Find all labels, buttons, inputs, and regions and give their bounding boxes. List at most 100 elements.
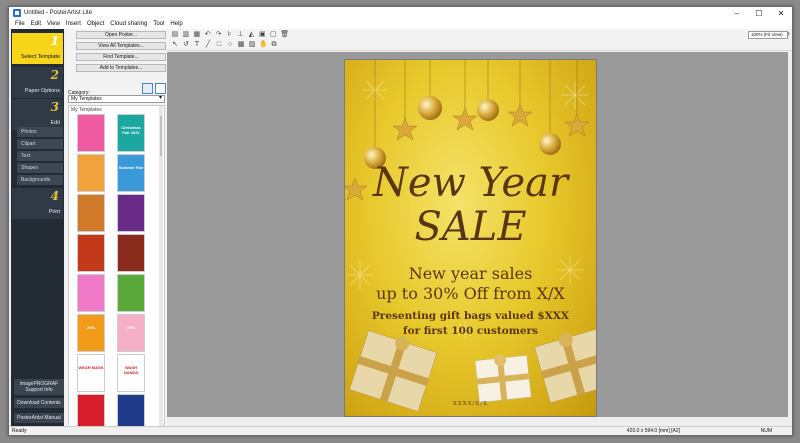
step-label: Edit (50, 120, 60, 126)
template-thumbnail[interactable] (117, 194, 145, 232)
category-select[interactable]: My Templates (68, 95, 165, 103)
editing-canvas[interactable]: New Year SALE New year sales up to 30% O… (167, 52, 792, 423)
close-button[interactable]: ✕ (770, 7, 792, 19)
new-icon[interactable]: ▤ (171, 31, 179, 39)
template-thumbnail[interactable]: WASH HANDS (117, 354, 145, 392)
select-pointer-icon[interactable]: ↖ (171, 41, 179, 49)
manual-button[interactable]: PosterArtist Manual (14, 413, 64, 423)
support-info-button[interactable]: imagePROGRAF Support Info (14, 379, 64, 395)
undo-icon[interactable]: ↶ (204, 31, 212, 39)
template-thumbnail-label: WEAR MASK (78, 365, 104, 370)
template-thumbnail[interactable]: Summer Fair (117, 154, 145, 192)
template-thumbnail[interactable] (117, 274, 145, 312)
save-icon[interactable]: ▦ (193, 31, 201, 39)
step-print[interactable]: 4 Print (12, 188, 63, 219)
paper-size-readout: 420.0 x 594.0 [mm] [A2] (626, 428, 680, 434)
download-contents-button[interactable]: Download Contents (14, 398, 64, 408)
redo-icon[interactable]: ↷ (215, 31, 223, 39)
poster-body-line1[interactable]: New year sales (345, 264, 596, 283)
menu-bar: File Edit View Insert Object Cloud shari… (9, 19, 792, 29)
step-number: 1 (50, 34, 59, 48)
template-thumbnail[interactable] (77, 114, 105, 152)
bring-front-icon[interactable]: ▣ (258, 31, 266, 39)
line-tool-icon[interactable]: ╱ (204, 41, 212, 49)
template-list-scrollbar[interactable] (159, 106, 163, 426)
flip-icon[interactable]: ◭ (247, 31, 255, 39)
template-thumbnail[interactable]: 20% (77, 314, 105, 352)
template-list-header: My Templates (71, 107, 102, 113)
poster-footer-date[interactable]: XXXX/X/X (345, 401, 596, 407)
template-thumbnail-label: Summer Fair (118, 165, 144, 170)
status-bar: Ready 420.0 x 594.0 [mm] [A2] NUM (9, 426, 792, 435)
step-label: Print (48, 209, 60, 215)
canvas-vertical-scrollbar[interactable] (788, 52, 792, 423)
minimize-button[interactable]: – (726, 7, 748, 19)
menu-help[interactable]: Help (167, 21, 185, 27)
edit-item-backgrounds[interactable]: Backgrounds (17, 175, 63, 185)
edit-item-text[interactable]: Text (17, 151, 63, 161)
text-tool-icon[interactable]: T (193, 41, 201, 49)
menu-view[interactable]: View (44, 21, 63, 27)
app-icon (13, 9, 21, 17)
menu-tool[interactable]: Tool (150, 21, 167, 27)
rotate-icon[interactable]: ↺ (182, 41, 190, 49)
step-paper-options[interactable]: 2 Paper Options (12, 67, 63, 98)
grid-view-icon[interactable] (155, 83, 166, 94)
gift-boxes (349, 329, 596, 413)
menu-edit[interactable]: Edit (28, 21, 44, 27)
template-thumbnail[interactable]: 15% (117, 314, 145, 352)
edit-item-shapes[interactable]: Shapes (17, 163, 63, 173)
menu-cloud-sharing[interactable]: Cloud sharing (107, 21, 150, 27)
step-number: 3 (50, 100, 59, 114)
hand-tool-icon[interactable]: ✋ (259, 41, 268, 49)
poster-headline-line1[interactable]: New Year (345, 160, 596, 206)
image-tool-icon[interactable]: ▨ (248, 41, 256, 49)
template-thumbnail[interactable] (77, 274, 105, 312)
menu-insert[interactable]: Insert (63, 21, 84, 27)
step-label: Select Template (20, 54, 60, 60)
title-bar: Untitled - PosterArtist Lite – ☐ ✕ (9, 7, 792, 19)
template-thumbnail-label: 15% (126, 325, 135, 330)
window-title: Untitled - PosterArtist Lite (24, 10, 93, 16)
template-thumbnail[interactable] (77, 154, 105, 192)
large-view-icon[interactable] (142, 83, 153, 94)
maximize-button[interactable]: ☐ (748, 7, 770, 19)
template-thumbnail[interactable] (77, 234, 105, 272)
align-icon[interactable]: ⊧ (226, 31, 234, 39)
template-thumbnail[interactable]: WEAR MASK (77, 354, 105, 392)
poster-body-line3[interactable]: Presenting gift bags valued $XXX (345, 310, 596, 322)
add-to-templates-button[interactable]: Add to Templates... (76, 64, 166, 72)
menu-object[interactable]: Object (84, 21, 107, 27)
poster-body-line4[interactable]: for first 100 customers (345, 325, 596, 337)
canvas-horizontal-scrollbar[interactable] (167, 417, 792, 423)
poster[interactable]: New Year SALE New year sales up to 30% O… (344, 59, 597, 417)
main-toolbar: ▤ ▥ ▦ ↶ ↷ ⊧ ⊥ ◭ ▣ ▢ 🗑 ▧ ⊕ ⊖ 100% (Fit Vi… (167, 29, 792, 40)
step-edit[interactable]: 3 Edit (12, 99, 63, 130)
ellipse-tool-icon[interactable]: ○ (226, 41, 234, 49)
find-template-button[interactable]: Find Template... (76, 53, 166, 61)
template-thumbnail[interactable] (77, 194, 105, 232)
step-select-template[interactable]: 1 Select Template (12, 33, 63, 64)
delete-icon[interactable]: 🗑 (280, 31, 289, 39)
template-panel: Open Poster... View All Templates... Fin… (66, 29, 167, 427)
send-back-icon[interactable]: ▢ (269, 31, 277, 39)
edit-item-photos[interactable]: Photos (17, 127, 63, 137)
template-thumbnail[interactable] (117, 394, 145, 426)
open-poster-button[interactable]: Open Poster... (76, 31, 166, 39)
ornament-balls (364, 96, 561, 169)
rectangle-tool-icon[interactable]: □ (215, 41, 223, 49)
group-tool-icon[interactable]: ⧉ (270, 41, 278, 49)
template-thumbnail[interactable] (77, 394, 105, 426)
menu-file[interactable]: File (12, 21, 28, 27)
zoom-select[interactable]: 100% (Fit View) (748, 31, 788, 39)
distribute-icon[interactable]: ⊥ (237, 31, 245, 39)
template-thumbnail-label: Christmas Fair 2021 (121, 125, 141, 135)
pattern-tool-icon[interactable]: ▩ (237, 41, 245, 49)
template-thumbnail[interactable]: Christmas Fair 2021 (117, 114, 145, 152)
template-thumbnail[interactable] (117, 234, 145, 272)
edit-item-clipart[interactable]: Clipart (17, 139, 63, 149)
view-all-templates-button[interactable]: View All Templates... (76, 42, 166, 50)
poster-headline-line2[interactable]: SALE (345, 204, 596, 250)
poster-body-line2[interactable]: up to 30% Off from X/X (345, 284, 596, 303)
open-icon[interactable]: ▥ (182, 31, 190, 39)
